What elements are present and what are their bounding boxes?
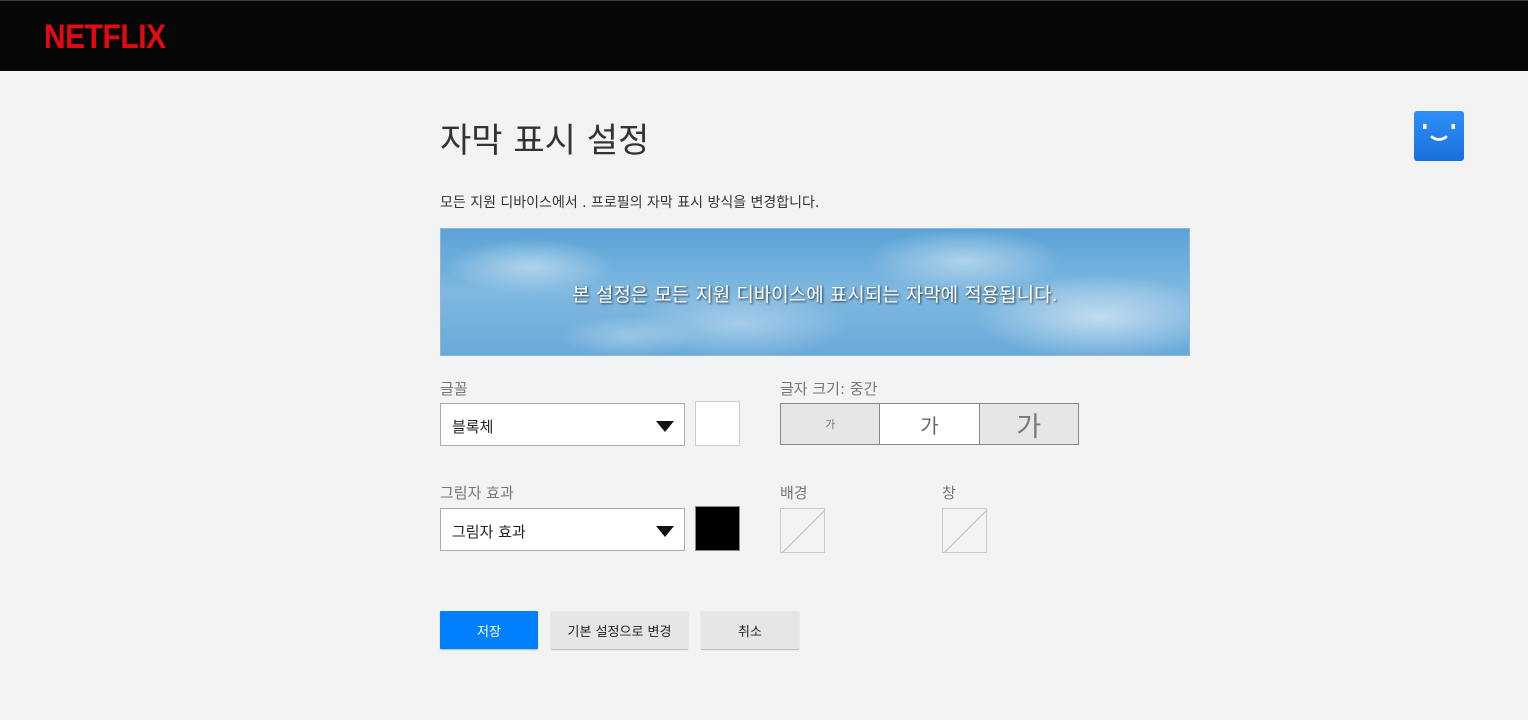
window-color-swatch[interactable] [942, 508, 988, 554]
top-navigation-bar: NETFLIX [0, 0, 1528, 71]
no-color-icon [781, 509, 826, 554]
shadow-select-value: 그림자 효과 [452, 523, 526, 541]
save-button[interactable]: 저장 [440, 611, 538, 649]
dropdown-arrow-icon [656, 421, 674, 432]
text-size-medium-button[interactable]: 가 [879, 404, 979, 444]
shadow-color-swatch[interactable] [695, 506, 740, 551]
subtitle-preview: 본 설정은 모든 지원 디바이스에 표시되는 자막에 적용됩니다. [440, 228, 1190, 356]
text-size-label: 글자 크기: 중간 [780, 380, 878, 398]
text-size-small-button[interactable]: 가 [781, 404, 880, 444]
font-select[interactable]: 블록체 [440, 403, 685, 446]
font-color-swatch[interactable] [695, 401, 740, 446]
background-color-swatch[interactable] [780, 508, 826, 554]
dropdown-arrow-icon [656, 526, 674, 537]
shadow-select[interactable]: 그림자 효과 [440, 508, 685, 551]
text-size-large-button[interactable]: 가 [978, 404, 1078, 444]
font-label: 글꼴 [440, 380, 468, 398]
page-title: 자막 표시 설정 [440, 121, 650, 161]
no-color-icon [943, 509, 988, 554]
cancel-button[interactable]: 취소 [701, 611, 799, 649]
page-subtitle: 모든 지원 디바이스에서 . 프로필의 자막 표시 방식을 변경합니다. [440, 195, 820, 211]
background-label: 배경 [780, 484, 808, 502]
profile-avatar[interactable] [1414, 111, 1464, 161]
shadow-label: 그림자 효과 [440, 484, 514, 502]
subtitle-preview-text: 본 설정은 모든 지원 디바이스에 표시되는 자막에 적용됩니다. [572, 283, 1058, 306]
font-select-value: 블록체 [452, 418, 494, 436]
netflix-logo[interactable]: NETFLIX [44, 18, 166, 57]
window-label: 창 [942, 484, 956, 502]
reset-defaults-button[interactable]: 기본 설정으로 변경 [551, 611, 688, 649]
text-size-selector: 가 가 가 [780, 403, 1079, 445]
smiley-profile-icon [1423, 124, 1455, 141]
